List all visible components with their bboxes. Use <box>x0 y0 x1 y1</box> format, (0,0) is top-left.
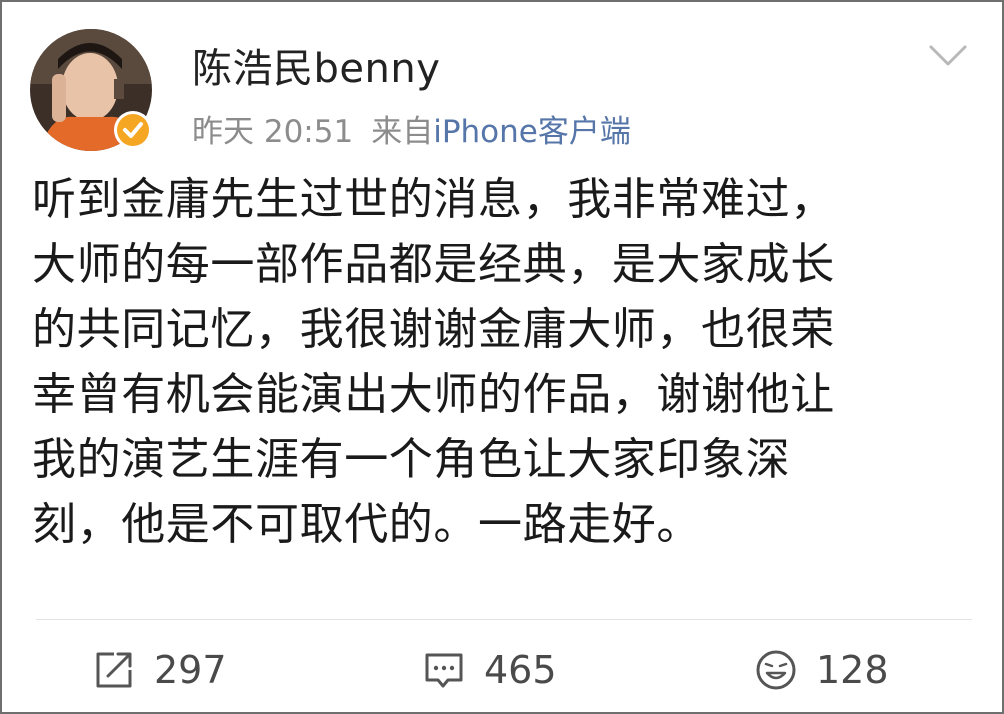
post-text-line: 刻，他是不可取代的。一路走好。 <box>32 499 701 550</box>
post-text-line: 听到金庸先生过世的消息，我非常难过， <box>32 174 835 225</box>
repost-button[interactable]: 297 <box>92 646 227 694</box>
like-button[interactable]: 128 <box>754 646 889 694</box>
post-text-line: 幸曾有机会能演出大师的作品，谢谢他让 <box>32 369 835 420</box>
post-time: 昨天 20:51 <box>192 114 354 150</box>
comment-button[interactable]: 465 <box>422 646 557 694</box>
post-text-line: 大师的每一部作品都是经典，是大家成长 <box>32 239 835 290</box>
like-icon <box>756 650 796 690</box>
comment-icon <box>425 653 463 688</box>
post-meta: 昨天 20:51 来自iPhone客户端 <box>192 106 631 151</box>
post-body: 听到金庸先生过世的消息，我非常难过， 大师的每一部作品都是经典，是大家成长 的共… <box>32 167 977 557</box>
like-count: 128 <box>816 648 889 692</box>
repost-count: 297 <box>154 648 227 692</box>
post-text-line: 的共同记忆，我很谢谢金庸大师，也很荣 <box>32 304 835 355</box>
source-link[interactable]: iPhone客户端 <box>433 114 631 150</box>
author-name[interactable]: 陈浩民benny <box>192 36 440 94</box>
chevron-down-icon[interactable] <box>928 44 968 68</box>
comment-count: 465 <box>484 648 557 692</box>
source-prefix: 来自 <box>371 114 434 150</box>
repost-icon <box>96 652 132 688</box>
weibo-post-card: 陈浩民benny 昨天 20:51 来自iPhone客户端 听到金庸先生过世的消息… <box>0 0 1004 714</box>
verified-badge-icon <box>114 111 152 149</box>
post-text-line: 我的演艺生涯有一个角色让大家印象深 <box>32 434 791 485</box>
divider <box>36 619 972 620</box>
